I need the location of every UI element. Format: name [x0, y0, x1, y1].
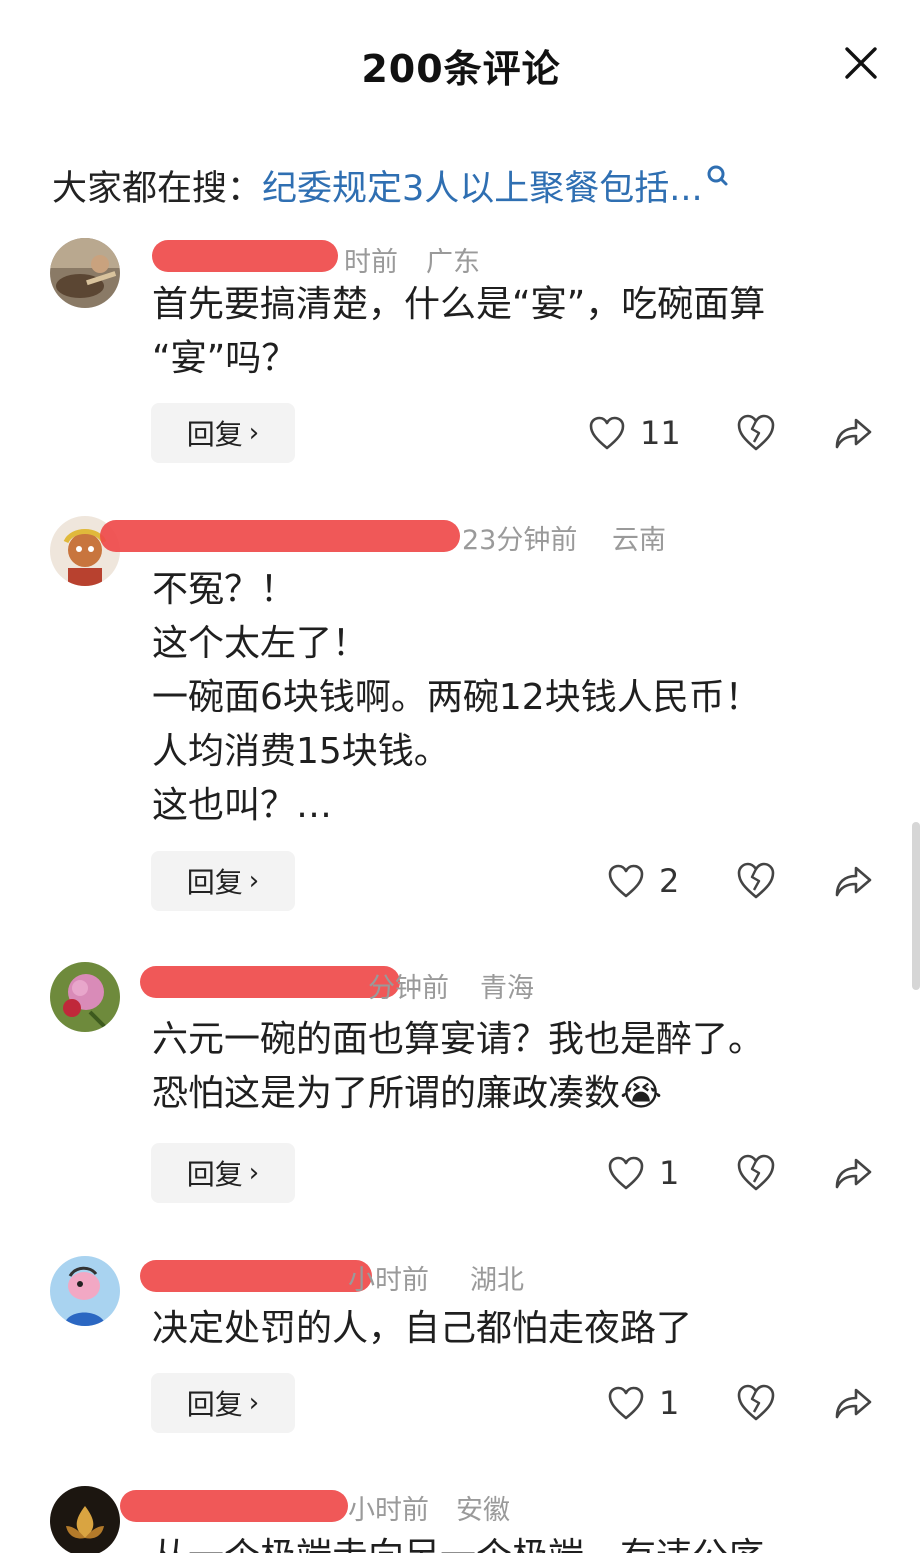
comment-line: 决定处罚的人，自己都怕走夜路了: [152, 1308, 693, 1349]
reply-button[interactable]: 回复 ›: [151, 851, 295, 911]
comments-title: 200条评论: [361, 47, 561, 91]
chevron-right-icon: ›: [248, 418, 260, 448]
scrollbar[interactable]: [912, 822, 920, 990]
comment-meta: 时前 广东: [152, 236, 512, 278]
comment-line: 恐怕这是为了所谓的廉政凑数😭: [152, 1067, 764, 1121]
comment-meta: 小时前 安徽: [120, 1484, 572, 1526]
comment-meta: 分钟前 青海: [140, 962, 572, 1004]
comment-time: 小时前: [348, 1495, 429, 1526]
heart-icon: [608, 1156, 644, 1190]
comment-time: 分钟前: [368, 973, 449, 1004]
avatar[interactable]: [50, 962, 120, 1032]
share-icon[interactable]: [832, 860, 874, 902]
comment-line: 这也叫？…: [152, 785, 333, 826]
avatar[interactable]: [50, 1256, 120, 1326]
comment-body: 不冤？！ 这个太左了！ 一碗面6块钱啊。两碗12块钱人民币！ 人均消费15块钱。…: [152, 563, 761, 833]
like-button[interactable]: 1: [607, 1148, 679, 1198]
trending-search: 大家都在搜： 纪委规定3人以上聚餐包括...: [52, 160, 729, 210]
redaction-mark: [120, 1490, 348, 1522]
comment-line: 一碗面6块钱啊。两碗12块钱人民币！: [152, 677, 761, 718]
comment-line: 首先要搞清楚，什么是“宴”，吃碗面算: [152, 284, 766, 325]
chevron-right-icon: ›: [248, 1158, 260, 1188]
comment-body: 六元一碗的面也算宴请？我也是醉了。 恐怕这是为了所谓的廉政凑数😭: [152, 1013, 764, 1121]
reply-button[interactable]: 回复 ›: [151, 403, 295, 463]
share-icon[interactable]: [832, 412, 874, 454]
heart-icon: [589, 416, 625, 450]
comment-line: 这个太左了！: [152, 623, 369, 664]
close-icon[interactable]: [838, 40, 884, 86]
share-icon[interactable]: [832, 1152, 874, 1194]
reply-label: 回复: [186, 1158, 243, 1191]
like-button[interactable]: 11: [588, 408, 681, 458]
reply-label: 回复: [186, 866, 243, 899]
chevron-right-icon: ›: [248, 866, 260, 896]
comment-line: 六元一碗的面也算宴请？我也是醉了。: [152, 1019, 765, 1060]
dislike-icon[interactable]: [735, 1152, 777, 1194]
comments-header: 200条评论: [0, 0, 922, 130]
redaction-mark: [100, 520, 460, 552]
search-icon[interactable]: [705, 164, 729, 192]
like-count: 2: [659, 862, 680, 900]
dislike-icon[interactable]: [735, 412, 777, 454]
heart-icon: [608, 1386, 644, 1420]
crying-laughing-emoji: 😭: [620, 1073, 663, 1114]
like-count: 1: [659, 1384, 680, 1422]
heart-icon: [608, 864, 644, 898]
like-button[interactable]: 1: [607, 1378, 679, 1428]
comment-location: 云南: [612, 525, 666, 556]
like-count: 11: [640, 414, 681, 452]
comment-line: 从一个极端走向另一个极端，有违公序: [152, 1530, 764, 1553]
dislike-icon[interactable]: [735, 860, 777, 902]
reply-button[interactable]: 回复 ›: [151, 1373, 295, 1433]
comment-time: 小时前: [348, 1265, 429, 1296]
redaction-mark: [140, 966, 400, 998]
comment-body: 决定处罚的人，自己都怕走夜路了: [152, 1302, 692, 1356]
comment-location: 青海: [480, 973, 534, 1004]
avatar[interactable]: [50, 238, 120, 308]
redaction-mark: [152, 240, 338, 272]
comment-location: 广东: [426, 247, 480, 278]
comment-line: 不冤？！: [152, 569, 297, 610]
chevron-right-icon: ›: [248, 1388, 260, 1418]
comment-line: 人均消费15块钱。: [152, 731, 450, 772]
reply-label: 回复: [186, 418, 243, 451]
avatar[interactable]: [50, 1486, 120, 1553]
reply-label: 回复: [186, 1388, 243, 1421]
redaction-mark: [140, 1260, 372, 1292]
comment-body: 从一个极端走向另一个极端，有违公序: [152, 1530, 764, 1553]
like-button[interactable]: 2: [607, 856, 679, 906]
trending-search-label: 大家都在搜：: [52, 168, 263, 209]
comment-body: 首先要搞清楚，什么是“宴”，吃碗面算 “宴”吗？: [152, 278, 765, 386]
comment-line-text: 恐怕这是为了所谓的廉政凑数: [152, 1073, 621, 1114]
dislike-icon[interactable]: [735, 1382, 777, 1424]
comment-location: 安徽: [456, 1495, 510, 1526]
comment-meta: 小时前 湖北: [140, 1254, 572, 1296]
comment-time: 时前: [344, 247, 398, 278]
like-count: 1: [659, 1154, 680, 1192]
comment-line: “宴”吗？: [152, 338, 298, 379]
comment-meta: 23分钟前 云南: [100, 514, 712, 556]
trending-search-link[interactable]: 纪委规定3人以上聚餐包括...: [262, 160, 703, 211]
comment-location: 湖北: [470, 1265, 524, 1296]
comment-time: 23分钟前: [462, 525, 578, 556]
reply-button[interactable]: 回复 ›: [151, 1143, 295, 1203]
share-icon[interactable]: [832, 1382, 874, 1424]
